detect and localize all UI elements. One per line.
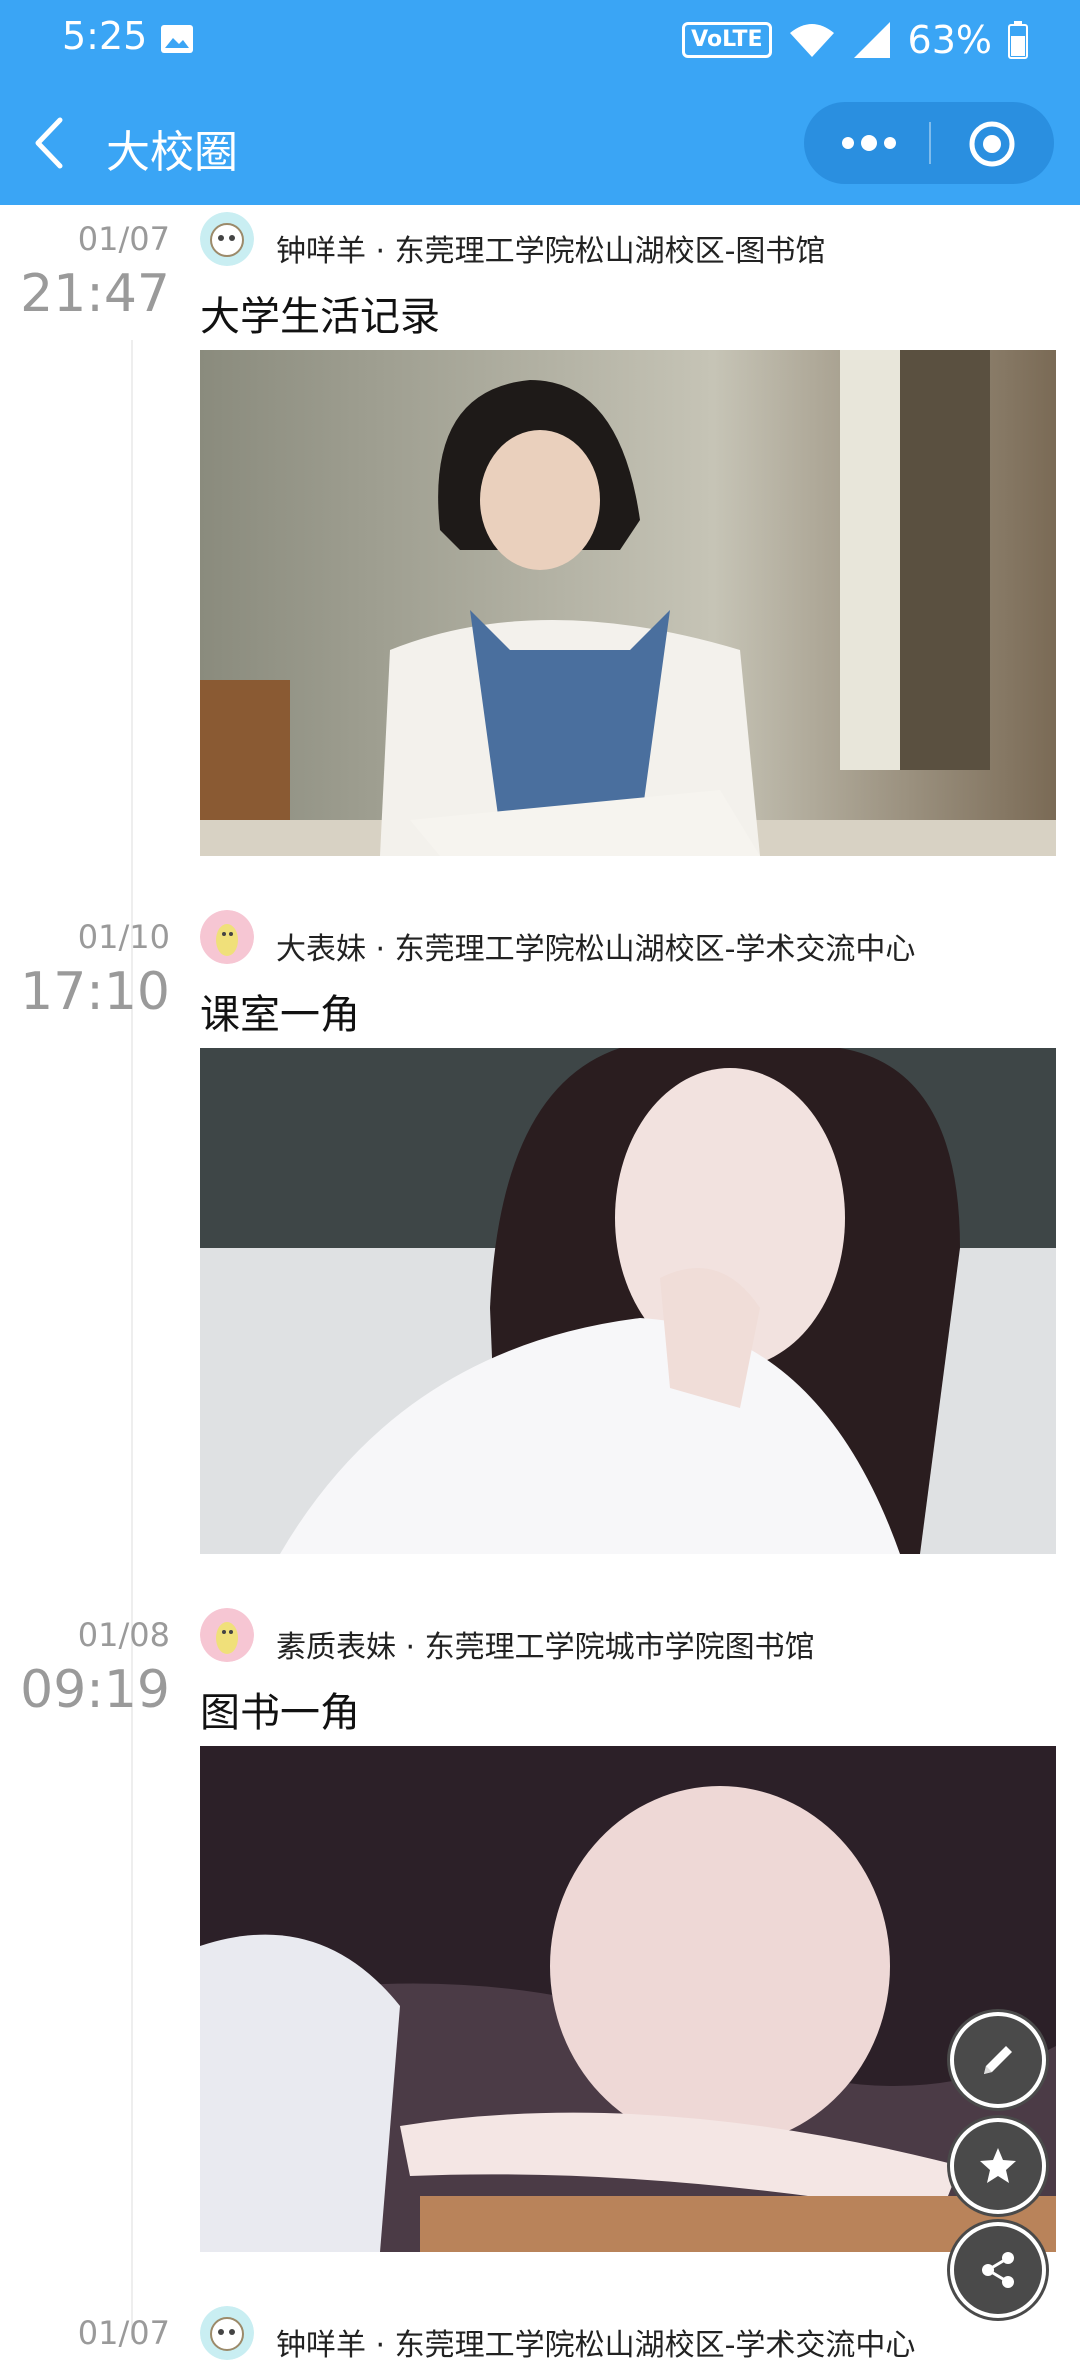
post-date: 01/07 — [77, 220, 170, 258]
favorite-fab-button[interactable] — [950, 2118, 1046, 2214]
avatar[interactable] — [200, 212, 254, 266]
share-fab-button[interactable] — [950, 2222, 1046, 2318]
share-icon — [982, 2252, 1014, 2288]
capsule-divider — [929, 122, 931, 164]
battery-icon — [1008, 21, 1028, 59]
avatar[interactable] — [200, 910, 254, 964]
post-time: 17:10 — [20, 962, 170, 1022]
close-target-icon[interactable] — [968, 120, 1016, 168]
post-author-location: 钟咩羊 · 东莞理工学院松山湖校区-学术交流中心 — [276, 2328, 916, 2363]
more-dots-icon[interactable] — [840, 128, 898, 158]
pencil-icon — [984, 2046, 1012, 2074]
wifi-icon — [789, 24, 834, 57]
gallery-notification-icon — [161, 25, 193, 53]
post-date: 01/07 — [77, 2314, 170, 2352]
post-date: 01/08 — [77, 1616, 170, 1654]
post-photo[interactable] — [200, 1746, 1056, 2252]
post-time: 09:19 — [20, 1660, 170, 1720]
volte-badge: VoLTE — [682, 22, 772, 58]
avatar[interactable] — [200, 1608, 254, 1662]
post-title: 图书一角 — [200, 1690, 360, 1736]
post-title: 大学生活记录 — [200, 294, 440, 340]
back-chevron-icon[interactable] — [30, 116, 70, 170]
battery-percent: 63% — [907, 18, 992, 62]
page-title: 大校圈 — [106, 127, 238, 178]
post-title: 课室一角 — [200, 992, 360, 1038]
status-time: 5:25 — [62, 14, 148, 58]
star-icon — [980, 2148, 1016, 2183]
post-author-location: 大表妹 · 东莞理工学院松山湖校区-学术交流中心 — [276, 932, 916, 967]
status-bar: 5:25 VoLTE 63% — [0, 0, 1080, 80]
post-date: 01/10 — [77, 918, 170, 956]
edit-fab-button[interactable] — [950, 2012, 1046, 2108]
nav-bar: 大校圈 — [0, 80, 1080, 205]
post-author-location: 素质表妹 · 东莞理工学院城市学院图书馆 — [276, 1630, 815, 1665]
post-time: 21:47 — [20, 264, 170, 324]
signal-icon — [853, 22, 890, 58]
avatar[interactable] — [200, 2306, 254, 2360]
post-author-location: 钟咩羊 · 东莞理工学院松山湖校区-图书馆 — [276, 234, 826, 269]
miniprogram-capsule — [804, 102, 1054, 184]
post-photo[interactable] — [200, 1048, 1056, 1554]
post-photo[interactable] — [200, 350, 1056, 856]
timeline-line — [131, 340, 133, 2340]
